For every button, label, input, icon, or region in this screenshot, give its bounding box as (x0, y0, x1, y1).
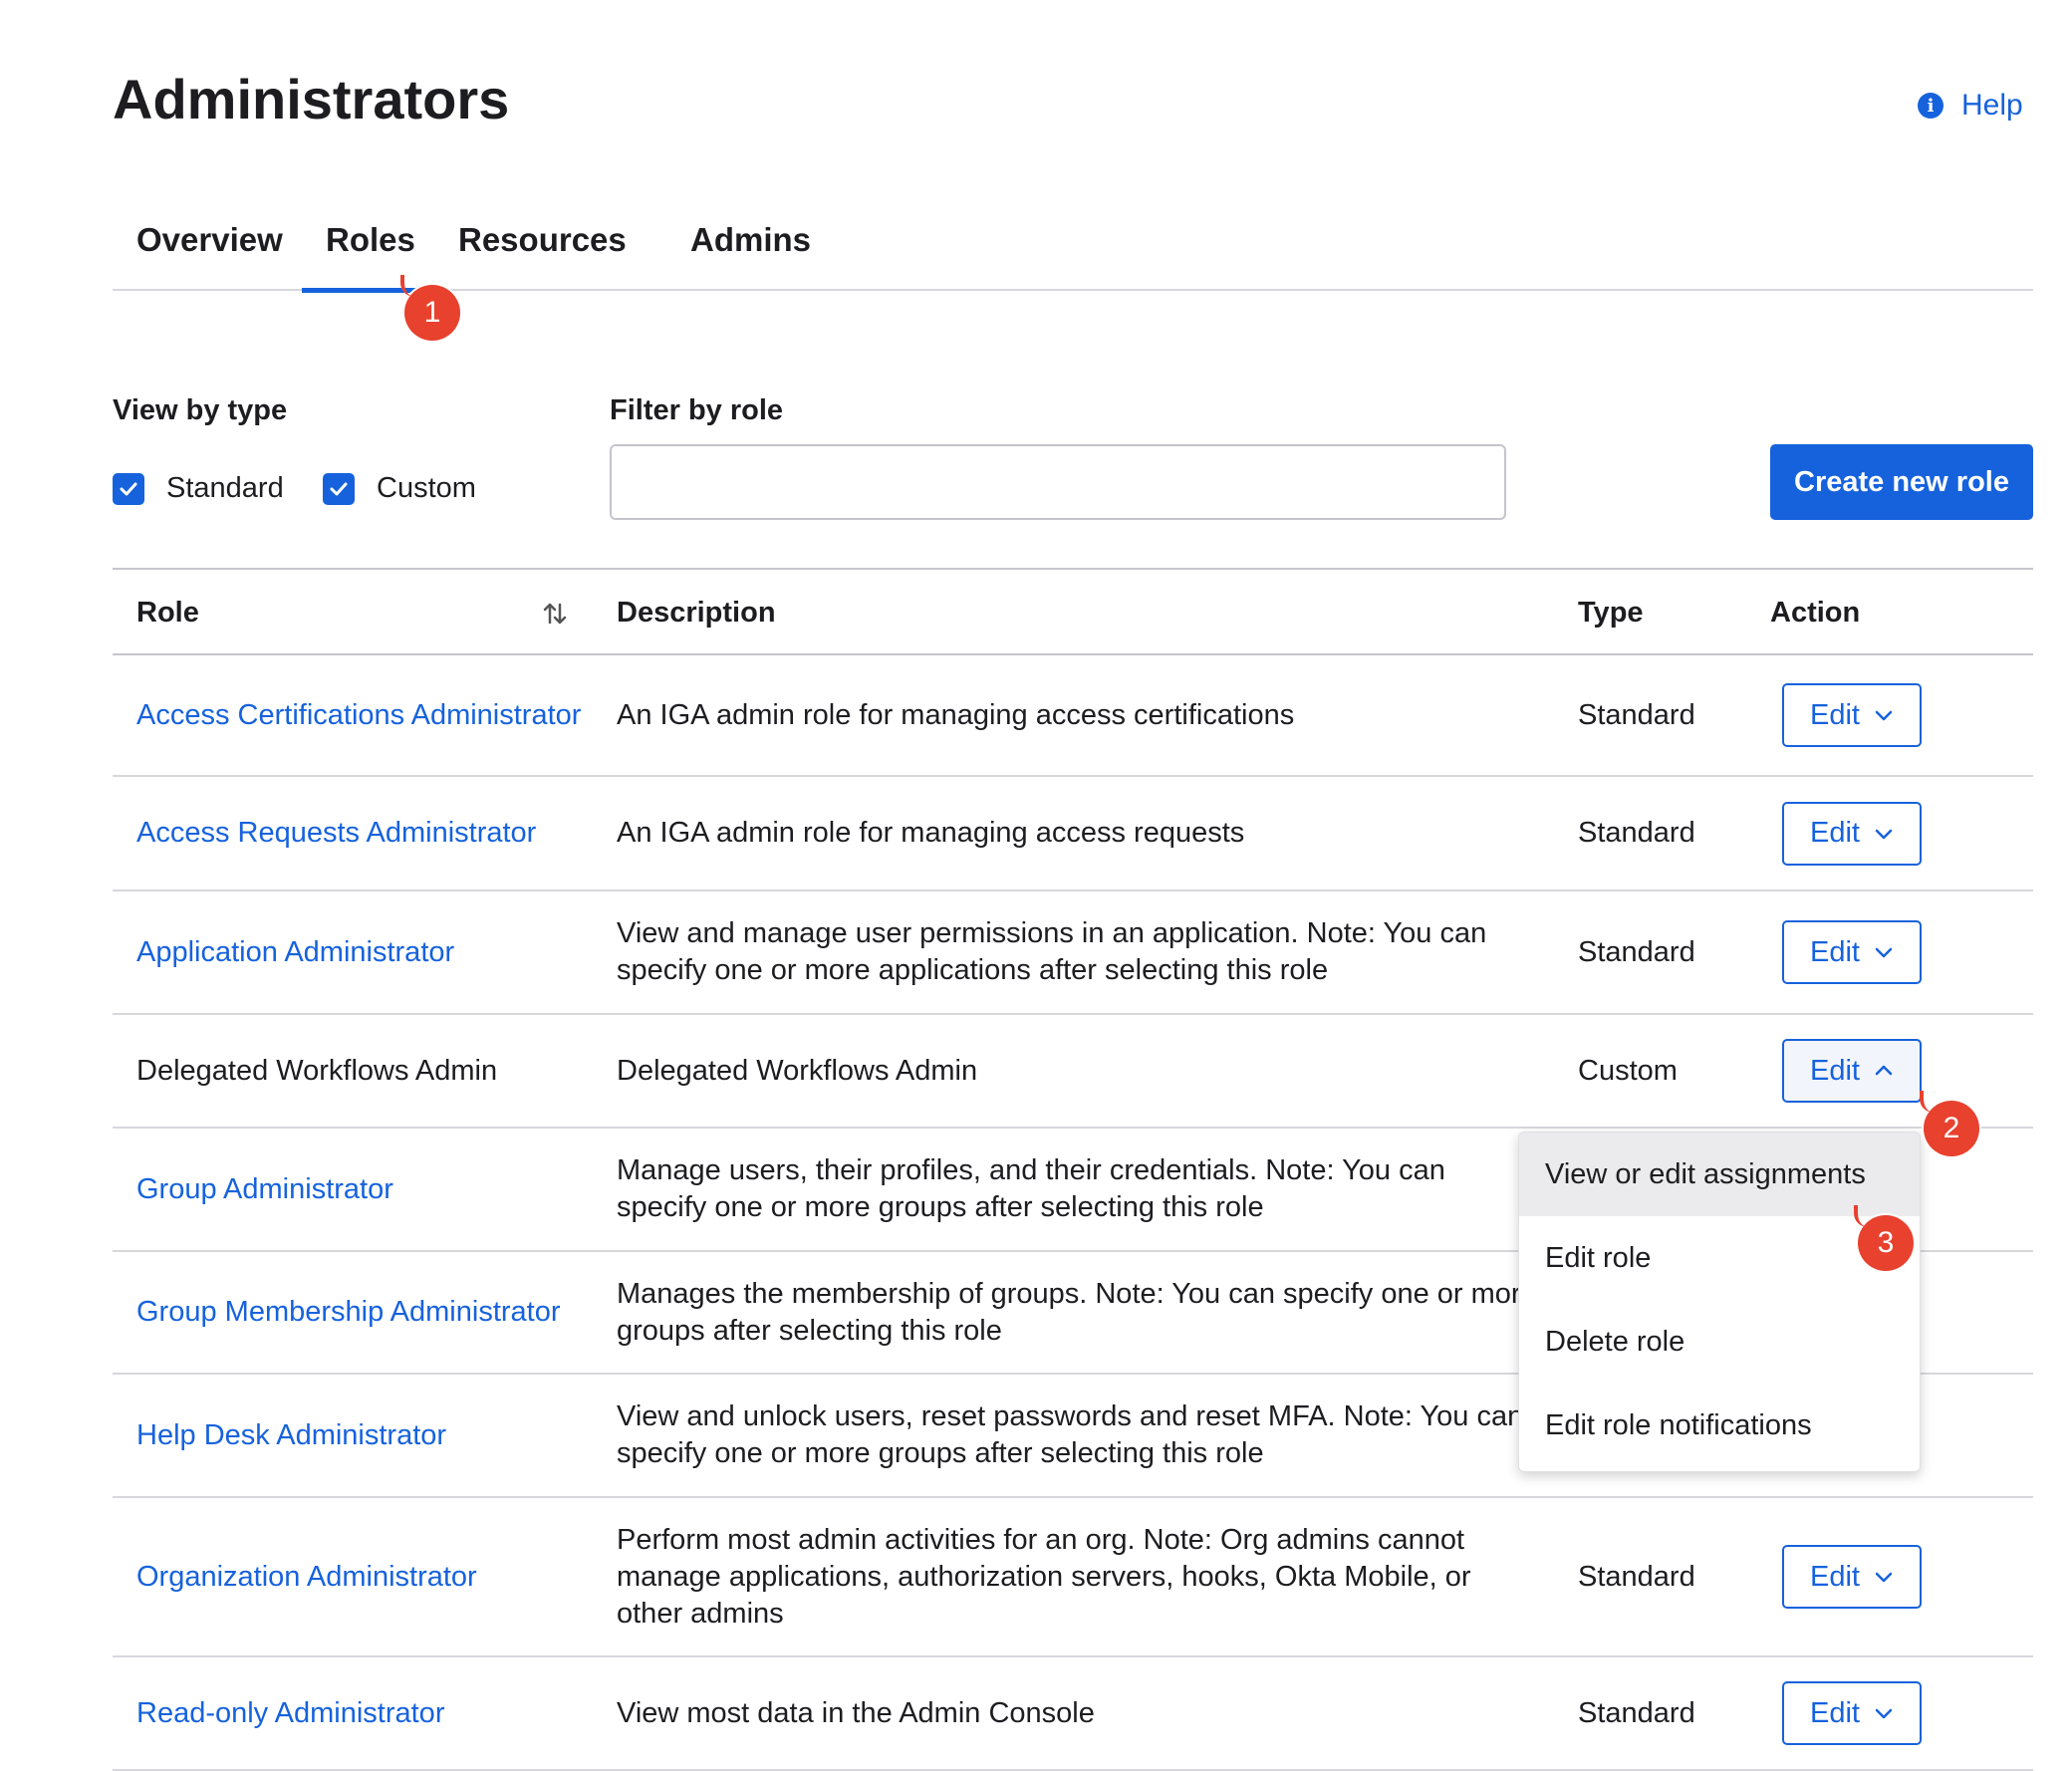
edit-label: Edit (1810, 817, 1860, 849)
edit-dropdown-button[interactable]: Edit (1782, 683, 1922, 747)
role-type: Standard (1578, 698, 1695, 731)
checkmark-icon (323, 472, 355, 505)
role-description: Delegated Workflows Admin (617, 1054, 978, 1087)
help-link[interactable]: i Help (1918, 86, 2023, 126)
edit-label: Edit (1810, 698, 1860, 731)
role-type: Standard (1578, 817, 1695, 849)
role-description: View and unlock users, reset passwords a… (617, 1400, 1524, 1469)
help-label: Help (1961, 89, 2023, 122)
description-column-header: Description (617, 597, 776, 629)
annotation-badge-2: 2 (1920, 1091, 1979, 1156)
edit-dropdown-button[interactable]: Edit (1782, 1681, 1922, 1745)
role-description: Manage users, their profiles, and their … (617, 1154, 1445, 1223)
role-name: Delegated Workflows Admin (136, 1054, 498, 1087)
role-description: View and manage user permissions in an a… (617, 917, 1487, 986)
view-by-type-label: View by type (113, 394, 288, 426)
table-row: Delegated Workflows Admin Delegated Work… (113, 1015, 2033, 1129)
chevron-up-icon (1875, 1065, 1893, 1076)
edit-dropdown-button[interactable]: Edit (1782, 801, 1922, 866)
role-link[interactable]: Application Administrator (136, 934, 454, 971)
role-description: View most data in the Admin Console (617, 1696, 1095, 1729)
role-column-header: Role (136, 597, 199, 629)
annotation-badge-1: 1 (400, 275, 460, 341)
role-type: Standard (1578, 1696, 1695, 1729)
filter-by-role-label: Filter by role (610, 394, 784, 426)
edit-dropdown-button[interactable]: Edit (1782, 1039, 1922, 1103)
role-type: Standard (1578, 1560, 1695, 1593)
sort-icon[interactable] (541, 600, 569, 628)
chevron-down-icon (1875, 1708, 1893, 1719)
table-row: Organization Administrator Perform most … (113, 1498, 2033, 1657)
tab-overview[interactable]: Overview (113, 209, 307, 291)
table-row: Read-only Administrator View most data i… (113, 1657, 2033, 1771)
action-column-header: Action (1770, 597, 1861, 629)
role-description: An IGA admin role for managing access ce… (617, 698, 1295, 731)
custom-label: Custom (377, 472, 476, 504)
role-link[interactable]: Read-only Administrator (136, 1695, 444, 1732)
table-row: Access Requests Administrator An IGA adm… (113, 777, 2033, 891)
edit-label: Edit (1810, 1696, 1860, 1729)
edit-label: Edit (1810, 935, 1860, 968)
edit-dropdown-menu: View or edit assignments Edit role Delet… (1518, 1132, 1921, 1472)
role-link[interactable]: Access Requests Administrator (136, 815, 536, 852)
page-title: Administrators (113, 68, 510, 130)
role-description: Manages the membership of groups. Note: … (617, 1277, 1537, 1347)
role-description: An IGA admin role for managing access re… (617, 817, 1245, 849)
checkmark-icon (113, 472, 144, 505)
role-link[interactable]: Access Certifications Administrator (136, 697, 581, 734)
edit-label: Edit (1810, 1560, 1860, 1593)
tab-resources[interactable]: Resources (434, 209, 650, 291)
role-link[interactable]: Group Administrator (136, 1171, 393, 1208)
role-link[interactable]: Group Membership Administrator (136, 1294, 561, 1331)
standard-checkbox[interactable]: Standard (113, 472, 284, 505)
annotation-badge-3: 3 (1854, 1205, 1914, 1271)
menu-item-view-edit-assignments[interactable]: View or edit assignments (1519, 1133, 1920, 1216)
tab-admins[interactable]: Admins (666, 209, 835, 291)
role-link[interactable]: Help Desk Administrator (136, 1417, 446, 1454)
create-new-role-button[interactable]: Create new role (1770, 444, 2033, 520)
custom-checkbox[interactable]: Custom (323, 472, 476, 505)
filter-by-role-input[interactable] (610, 444, 1506, 520)
chevron-down-icon (1875, 829, 1893, 839)
edit-dropdown-button[interactable]: Edit (1782, 920, 1922, 984)
menu-item-edit-role-notifications[interactable]: Edit role notifications (1519, 1384, 1920, 1467)
standard-label: Standard (166, 472, 284, 504)
table-header: Role Description Type Action (113, 568, 2033, 655)
role-description: Perform most admin activities for an org… (617, 1523, 1471, 1630)
chevron-down-icon (1875, 710, 1893, 721)
table-row: Application Administrator View and manag… (113, 891, 2033, 1015)
info-circle-icon: i (1918, 93, 1943, 119)
role-type: Custom (1578, 1054, 1678, 1087)
role-link[interactable]: Organization Administrator (136, 1559, 477, 1596)
menu-item-delete-role[interactable]: Delete role (1519, 1300, 1920, 1384)
role-type: Standard (1578, 935, 1695, 968)
chevron-down-icon (1875, 947, 1893, 958)
type-column-header: Type (1578, 597, 1644, 629)
menu-item-edit-role[interactable]: Edit role (1519, 1216, 1920, 1300)
chevron-down-icon (1875, 1572, 1893, 1583)
edit-label: Edit (1810, 1054, 1860, 1087)
table-row: Access Certifications Administrator An I… (113, 655, 2033, 777)
edit-dropdown-button[interactable]: Edit (1782, 1545, 1922, 1609)
